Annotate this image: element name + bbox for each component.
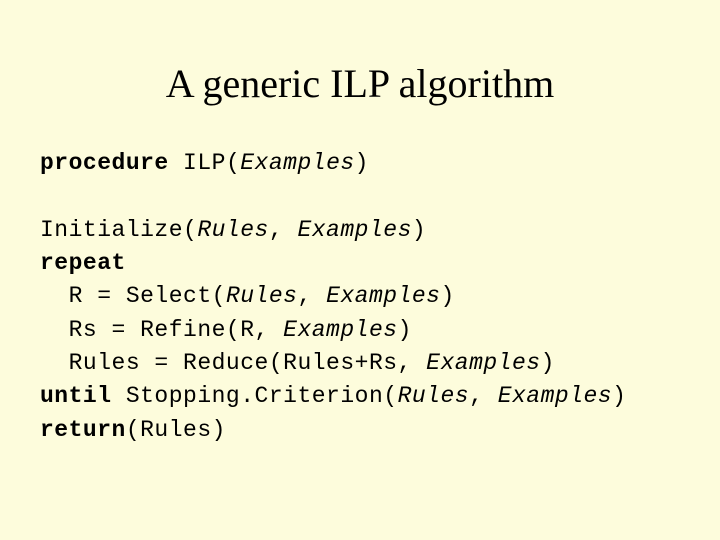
keyword-repeat: repeat — [40, 250, 126, 276]
pseudocode-block: procedure ILP(Examples) Initialize(Rules… — [40, 147, 680, 447]
italic-rules: Rules — [398, 383, 470, 409]
text: , — [469, 383, 498, 409]
italic-examples: Examples — [240, 150, 354, 176]
text: ) — [398, 317, 412, 343]
text: (Rules) — [126, 417, 226, 443]
keyword-procedure: procedure — [40, 150, 169, 176]
text: Rs = Refine(R, — [40, 317, 283, 343]
italic-examples: Examples — [283, 317, 397, 343]
italic-rules: Rules — [226, 283, 298, 309]
italic-examples: Examples — [297, 217, 411, 243]
text: , — [297, 283, 326, 309]
text: ) — [541, 350, 555, 376]
text: ) — [440, 283, 454, 309]
keyword-until: until — [40, 383, 112, 409]
text: ) — [355, 150, 369, 176]
text: ILP( — [169, 150, 241, 176]
slide: A generic ILP algorithm procedure ILP(Ex… — [0, 0, 720, 540]
italic-examples: Examples — [326, 283, 440, 309]
text: Rules = Reduce(Rules+Rs, — [40, 350, 426, 376]
text: R = Select( — [40, 283, 226, 309]
italic-examples: Examples — [498, 383, 612, 409]
text: , — [269, 217, 298, 243]
italic-rules: Rules — [197, 217, 269, 243]
text: ) — [612, 383, 626, 409]
keyword-return: return — [40, 417, 126, 443]
text: Initialize( — [40, 217, 197, 243]
italic-examples: Examples — [426, 350, 540, 376]
text: ) — [412, 217, 426, 243]
text: Stopping.Criterion( — [112, 383, 398, 409]
slide-title: A generic ILP algorithm — [40, 60, 680, 107]
